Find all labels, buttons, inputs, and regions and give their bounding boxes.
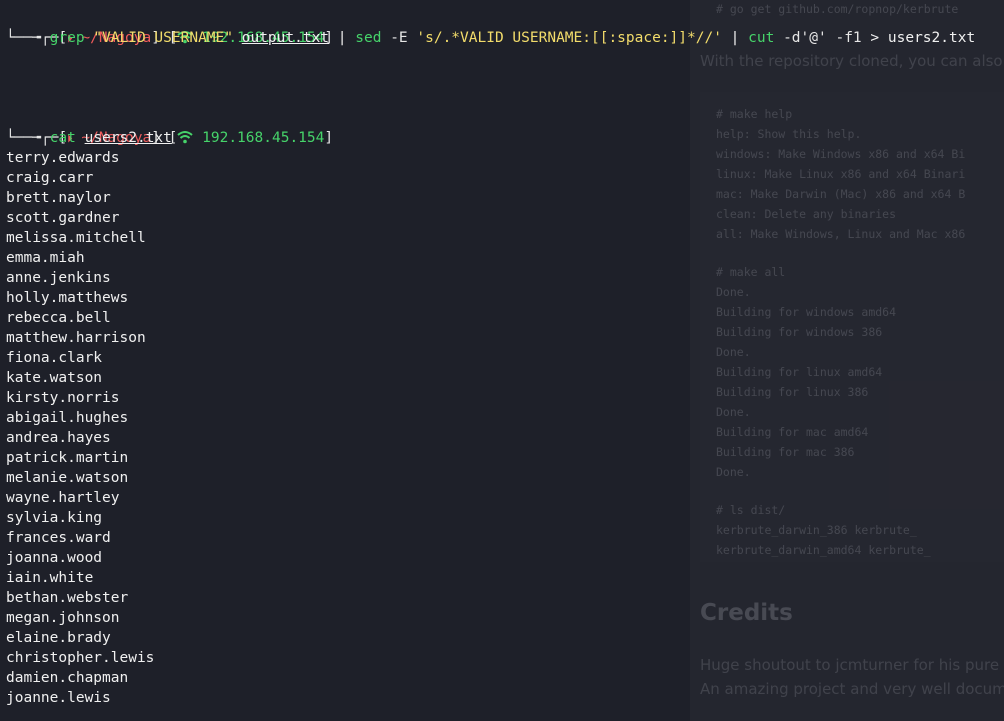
bg-credits-text: Huge shoutout to jcmturner for his pure — [700, 656, 1000, 674]
command-name: cat — [49, 130, 76, 146]
output-line: terry.edwards — [6, 150, 120, 166]
bg-code-line: kerbrute_darwin_amd64 kerbrute_ — [716, 543, 931, 557]
bg-code-line: Building for linux 386 — [716, 385, 869, 399]
command-name: cut — [748, 30, 775, 46]
output-line: andrea.hayes — [6, 430, 111, 446]
output-line: rebecca.bell — [6, 310, 111, 326]
bg-code-line: Building for windows 386 — [716, 325, 883, 339]
bg-credits-text: An amazing project and very well docum — [700, 680, 1004, 698]
output-line: christopher.lewis — [6, 650, 155, 666]
output-line: patrick.martin — [6, 450, 129, 466]
background-browser-page: # go get github.com/ropnop/kerbrute With… — [690, 0, 1004, 721]
command-option: -d'@' — [783, 30, 827, 46]
terminal-window[interactable]: ┌─[⏵ ~/Nagoya] [ 192.168.45.154] └──╼ gr… — [0, 0, 975, 721]
bg-code-line: Building for mac amd64 — [716, 425, 869, 439]
output-line: elaine.brady — [6, 630, 111, 646]
bg-code-line: # make all — [716, 265, 786, 279]
bg-credits-heading: Credits — [700, 600, 793, 626]
bg-code-line: Done. — [716, 285, 751, 299]
output-line: melissa.mitchell — [6, 230, 146, 246]
prompt-header: ┌─[⏵ ~/Nagoya] [ 192.168.45.154] — [40, 130, 334, 146]
output-line: melanie.watson — [6, 470, 129, 486]
bg-code-line: Done. — [716, 465, 751, 479]
bg-code-line: Building for linux amd64 — [716, 365, 883, 379]
bg-code-line: mac: Make Darwin (Mac) x86 and x64 B — [716, 187, 966, 201]
bg-code-line: linux: Make Linux x86 and x64 Binari — [716, 167, 966, 181]
command-name: grep — [49, 30, 85, 46]
bg-code-line: # ls dist/ — [716, 503, 786, 517]
redirect-symbol: > — [870, 30, 880, 46]
output-line: kirsty.norris — [6, 390, 120, 406]
bg-code-line: # go get github.com/ropnop/kerbrute — [716, 2, 959, 16]
command-line: └──╼ cat users2.txt — [6, 130, 172, 146]
output-line: scott.gardner — [6, 210, 120, 226]
bg-code-line: # make help — [716, 107, 793, 121]
output-line: brett.naylor — [6, 190, 111, 206]
bg-code-line: clean: Delete any binaries — [716, 207, 897, 221]
pipe-symbol: | — [730, 30, 740, 46]
command-file: users2.txt — [84, 130, 172, 146]
output-line: damien.chapman — [6, 670, 129, 686]
prompt-ip: 192.168.45.154 — [202, 130, 325, 146]
bg-code-line: all: Make Windows, Linux and Mac x86 — [716, 227, 966, 241]
bg-code-line: Building for windows amd64 — [716, 305, 897, 319]
output-line: megan.johnson — [6, 610, 120, 626]
output-line: sylvia.king — [6, 510, 103, 526]
wifi-icon — [177, 131, 194, 144]
output-line: wayne.hartley — [6, 490, 120, 506]
output-line: matthew.harrison — [6, 330, 146, 346]
output-line: kate.watson — [6, 370, 103, 386]
bg-prose-line: With the repository cloned, you can also — [700, 52, 1003, 70]
bg-code-line: windows: Make Windows x86 and x64 Bi — [716, 147, 966, 161]
output-line: emma.miah — [6, 250, 85, 266]
command-string: "VALID USERNAME" — [93, 30, 233, 46]
pipe-symbol: | — [337, 30, 347, 46]
output-line: anne.jenkins — [6, 270, 111, 286]
bg-code-line: Building for mac 386 — [716, 445, 855, 459]
command-option: -E — [390, 30, 408, 46]
output-line: iain.white — [6, 570, 94, 586]
command-output-file: users2.txt — [887, 30, 976, 46]
command-name: sed — [355, 30, 382, 46]
bg-code-line: Done. — [716, 405, 751, 419]
bg-code-line: Done. — [716, 345, 751, 359]
command-file: output.txt — [241, 30, 330, 46]
output-line: joanne.lewis — [6, 690, 111, 706]
output-line: holly.matthews — [6, 290, 129, 306]
bg-code-line: kerbrute_darwin_386 kerbrute_ — [716, 523, 917, 537]
bg-code-line: help: Show this help. — [716, 127, 862, 141]
output-line: fiona.clark — [6, 350, 103, 366]
output-line: joanna.wood — [6, 550, 103, 566]
output-line: frances.ward — [6, 530, 111, 546]
command-string: 's/.*VALID USERNAME:[[:space:]]*//' — [416, 30, 722, 46]
prompt-header: ┌─[⏵ ~/Nagoya] [ 192.168.45.154] — [40, 30, 334, 46]
command-option: -f1 — [835, 30, 862, 46]
command-line: └──╼ grep "VALID USERNAME" output.txt | … — [6, 30, 976, 46]
output-line: craig.carr — [6, 170, 94, 186]
output-line: abigail.hughes — [6, 410, 129, 426]
output-line: bethan.webster — [6, 590, 129, 606]
